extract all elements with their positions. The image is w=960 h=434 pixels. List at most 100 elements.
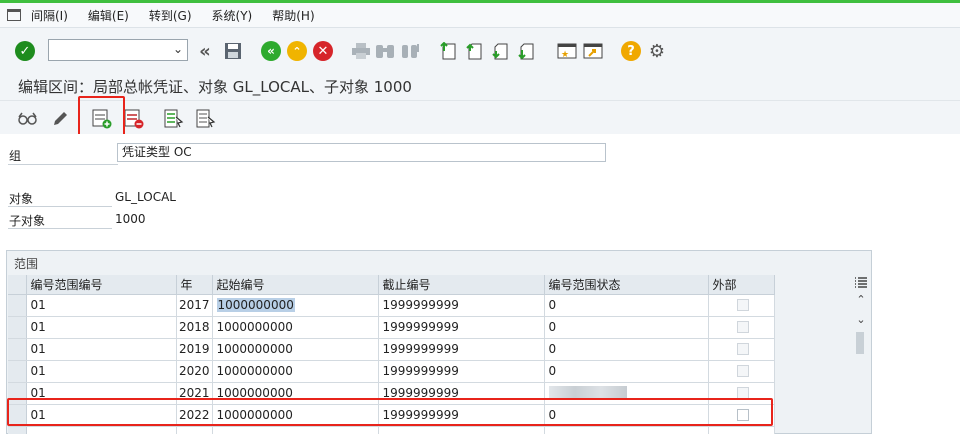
range-number-cell[interactable]: 01 [26, 316, 177, 339]
year-cell[interactable]: 2017 [176, 294, 213, 317]
shortcut-icon[interactable] [582, 40, 604, 62]
menu-bar: 间隔(I) 编辑(E) 转到(G) 系统(Y) 帮助(H) [0, 3, 960, 28]
empty-cell[interactable] [26, 426, 177, 434]
table-row: 01 2017 1000000000 1999999999 0 [8, 294, 775, 317]
first-page-icon[interactable] [438, 40, 460, 62]
row-selector[interactable] [8, 360, 27, 383]
range-number-cell[interactable]: 01 [26, 360, 177, 383]
external-checkbox[interactable] [736, 321, 749, 333]
table-row: 01 2019 1000000000 1999999999 0 [8, 338, 775, 361]
to-number-cell[interactable]: 1999999999 [378, 360, 545, 383]
empty-cell[interactable] [378, 426, 545, 434]
row-selector[interactable] [8, 338, 27, 361]
external-cell [708, 316, 775, 339]
column-header[interactable]: 年 [176, 275, 213, 295]
table-scrollbar[interactable]: ⌃ ⌄ [850, 276, 870, 434]
scroll-thumb[interactable] [856, 332, 864, 354]
display-glasses-icon[interactable] [18, 109, 38, 129]
external-checkbox[interactable] [736, 343, 749, 355]
help-icon[interactable]: ? [620, 40, 642, 62]
table-header-row: 编号范围编号 年 起始编号 截止编号 编号范围状态 外部 [8, 275, 775, 295]
row-selector[interactable] [8, 316, 27, 339]
object-label: 对象 [9, 192, 34, 206]
external-cell [708, 360, 775, 383]
table-row: 01 2018 1000000000 1999999999 0 [8, 316, 775, 339]
deselect-all-icon[interactable] [196, 109, 216, 129]
print-icon[interactable] [350, 40, 372, 62]
menu-interval[interactable]: 间隔(I) [31, 7, 68, 24]
menu-system[interactable]: 系统(Y) [212, 7, 253, 24]
back-icon[interactable]: « [194, 40, 216, 62]
window-menu-icon[interactable] [7, 9, 21, 21]
table-row [8, 426, 775, 434]
column-header[interactable]: 编号范围编号 [26, 275, 177, 295]
external-cell [708, 294, 775, 317]
column-header[interactable]: 编号范围状态 [544, 275, 709, 295]
menu-help[interactable]: 帮助(H) [272, 7, 314, 24]
status-cell: 0 [544, 316, 709, 339]
column-settings-icon[interactable] [854, 276, 868, 290]
check-icon[interactable]: ✓ [14, 40, 36, 62]
from-number-cell[interactable]: 1000000000 [212, 316, 379, 339]
from-number-cell[interactable]: 1000000000 [212, 294, 379, 317]
prev-page-icon[interactable] [464, 40, 486, 62]
from-number-cell[interactable]: 1000000000 [212, 360, 379, 383]
next-page-icon[interactable] [490, 40, 512, 62]
range-number-cell[interactable]: 01 [26, 338, 177, 361]
scroll-down-icon[interactable]: ⌄ [854, 313, 868, 327]
range-frame-title: 范围 [14, 257, 39, 271]
year-cell[interactable]: 2019 [176, 338, 213, 361]
subobject-label: 子对象 [9, 214, 46, 228]
to-number-cell[interactable]: 1999999999 [378, 294, 545, 317]
empty-cell [544, 426, 709, 434]
new-session-icon[interactable]: ★ [556, 40, 578, 62]
application-toolbar [0, 100, 960, 134]
find-next-icon[interactable] [400, 40, 422, 62]
status-cell: 0 [544, 338, 709, 361]
group-field[interactable]: 凭证类型 OC [117, 143, 606, 162]
find-icon[interactable] [374, 40, 396, 62]
to-number-cell[interactable]: 1999999999 [378, 316, 545, 339]
subobject-label-underline [8, 228, 112, 229]
object-label-underline [8, 206, 112, 207]
row-selector[interactable] [8, 426, 27, 434]
table-row: 01 2020 1000000000 1999999999 0 [8, 360, 775, 383]
year-cell[interactable]: 2018 [176, 316, 213, 339]
menu-edit[interactable]: 编辑(E) [88, 7, 129, 24]
svg-text:★: ★ [561, 50, 569, 60]
save-icon[interactable] [222, 40, 244, 62]
group-label-underline [8, 164, 118, 165]
cancel-icon[interactable]: ✕ [312, 40, 334, 62]
delete-interval-icon[interactable] [124, 109, 144, 129]
settings-icon[interactable]: ⚙ [646, 40, 668, 62]
highlight-new-row [7, 398, 773, 426]
group-field-value: 凭证类型 OC [122, 145, 192, 159]
command-field[interactable]: ⌄ [48, 39, 188, 61]
edit-pencil-icon[interactable] [50, 109, 70, 129]
external-checkbox[interactable] [736, 299, 749, 311]
to-number-cell[interactable]: 1999999999 [378, 338, 545, 361]
external-checkbox[interactable] [736, 365, 749, 377]
from-number-value: 1000000000 [216, 298, 295, 312]
last-page-icon[interactable] [516, 40, 538, 62]
standard-toolbar: ✓ ⌄ « « ⌃ ✕ ★ ? ⚙ [0, 28, 960, 66]
empty-cell[interactable] [212, 426, 379, 434]
column-header[interactable]: 起始编号 [212, 275, 379, 295]
nav-up-icon[interactable]: ⌃ [286, 40, 308, 62]
from-number-cell[interactable]: 1000000000 [212, 338, 379, 361]
status-cell: 0 [544, 360, 709, 383]
scroll-top-icon[interactable]: ⌃ [854, 293, 868, 307]
object-value: GL_LOCAL [115, 190, 176, 204]
column-header[interactable]: 截止编号 [378, 275, 545, 295]
select-all-icon[interactable] [164, 109, 184, 129]
column-header[interactable]: 外部 [708, 275, 775, 295]
chevron-down-icon[interactable]: ⌄ [173, 42, 183, 56]
empty-cell[interactable] [176, 426, 213, 434]
group-label: 组 [9, 149, 22, 163]
menu-goto[interactable]: 转到(G) [149, 7, 192, 24]
range-number-cell[interactable]: 01 [26, 294, 177, 317]
row-selector[interactable] [8, 294, 27, 317]
nav-back-icon[interactable]: « [260, 40, 282, 62]
select-all-cell[interactable] [8, 275, 27, 295]
year-cell[interactable]: 2020 [176, 360, 213, 383]
